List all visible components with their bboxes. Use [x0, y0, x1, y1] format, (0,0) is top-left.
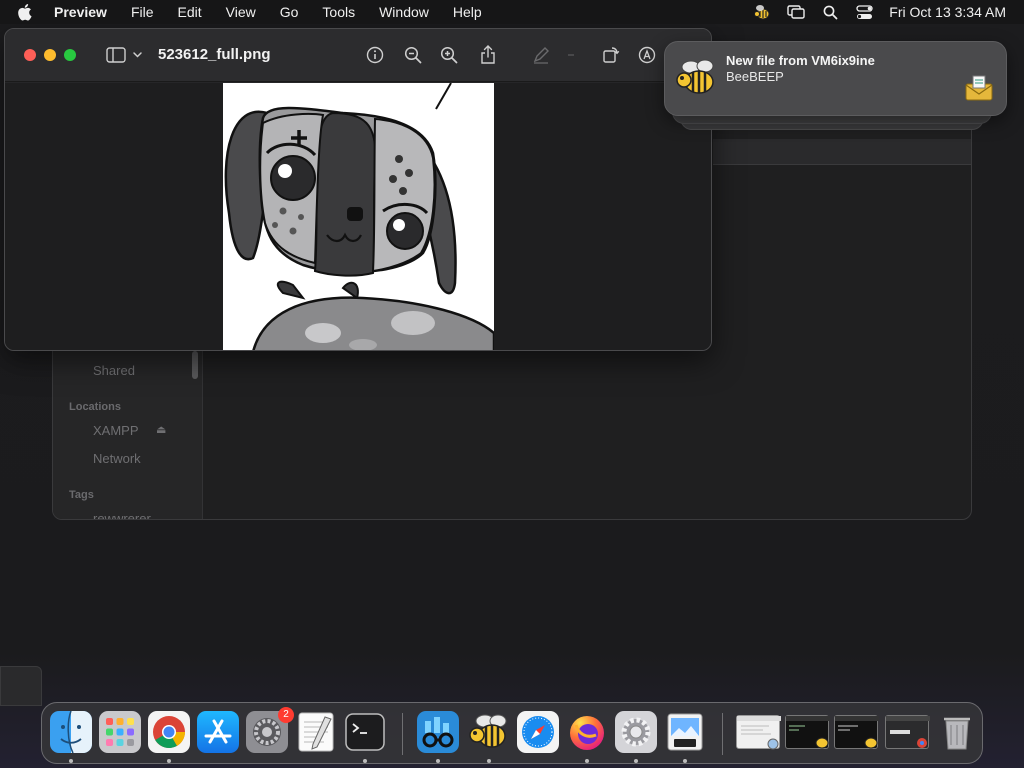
- preview-app-icon[interactable]: [664, 711, 706, 753]
- firefox-icon[interactable]: [566, 711, 608, 753]
- offscreen-window-edge[interactable]: [0, 666, 42, 706]
- sidebar-item-tag[interactable]: rewwrerer: [93, 511, 151, 519]
- window-thumb-1[interactable]: [736, 715, 781, 750]
- bee-icon: [675, 56, 719, 100]
- envelope-attachment-icon[interactable]: [964, 74, 994, 102]
- running-indicator: [634, 759, 638, 763]
- textedit-icon[interactable]: [295, 711, 337, 753]
- notification-body: BeeBEEP: [726, 69, 784, 84]
- spotlight-search-icon[interactable]: [819, 1, 841, 23]
- app-store-icon[interactable]: [197, 711, 239, 753]
- beebeep-dock-icon[interactable]: [468, 711, 510, 753]
- menu-edit[interactable]: Edit: [166, 0, 214, 24]
- markup-icon[interactable]: [529, 44, 553, 66]
- chrome-icon[interactable]: [148, 711, 190, 753]
- apple-menu-icon[interactable]: [16, 2, 38, 22]
- eject-icon[interactable]: ⏏: [156, 423, 166, 436]
- sidebar-item-xampp[interactable]: XAMPP: [93, 423, 139, 438]
- sidebar-header-tags: Tags: [69, 489, 94, 501]
- running-indicator: [487, 759, 491, 763]
- notification-badge: 2: [278, 707, 294, 723]
- notification-title: New file from VM6ix9ine: [726, 53, 875, 68]
- running-indicator: [683, 759, 687, 763]
- finder-icon[interactable]: [50, 710, 92, 754]
- running-indicator: [69, 759, 73, 763]
- maximize-button[interactable]: [64, 49, 76, 61]
- menu-app-preview[interactable]: Preview: [52, 0, 119, 24]
- control-center-icon[interactable]: [853, 1, 875, 23]
- menu-help[interactable]: Help: [441, 0, 494, 24]
- zoom-out-icon[interactable]: [401, 44, 425, 66]
- system-settings-icon[interactable]: 2: [246, 707, 294, 753]
- running-indicator: [585, 759, 589, 763]
- sidebar-header-locations: Locations: [69, 401, 121, 413]
- menu-go[interactable]: Go: [268, 0, 311, 24]
- menu-window[interactable]: Window: [367, 0, 441, 24]
- document-image[interactable]: [223, 83, 494, 350]
- preview-window: 523612_full.png: [4, 28, 712, 351]
- glasses-app-icon[interactable]: [417, 711, 459, 753]
- trash-icon[interactable]: [936, 711, 978, 753]
- finder-path-strip: [713, 139, 971, 165]
- minimize-button[interactable]: [44, 49, 56, 61]
- menu-view[interactable]: View: [214, 0, 268, 24]
- dock-separator: [722, 713, 723, 755]
- markup-chevron-icon[interactable]: [565, 44, 577, 66]
- menu-file[interactable]: File: [119, 0, 166, 24]
- menu-tools[interactable]: Tools: [310, 0, 367, 24]
- window-thumb-3[interactable]: [834, 715, 879, 749]
- dock: 2: [41, 702, 983, 764]
- share-icon[interactable]: [476, 44, 500, 66]
- running-indicator: [167, 759, 171, 763]
- sidebar-toggle-icon[interactable]: [105, 44, 145, 66]
- menu-bar: Preview File Edit View Go Tools Window H…: [0, 0, 1024, 24]
- preview-toolbar: 523612_full.png: [5, 29, 711, 82]
- window-thumb-2[interactable]: [785, 715, 830, 749]
- notification-banner[interactable]: New file from VM6ix9ine BeeBEEP: [664, 41, 1007, 116]
- running-indicator: [363, 759, 367, 763]
- screen-mirroring-icon[interactable]: [785, 1, 807, 23]
- system-preferences-icon[interactable]: [615, 711, 657, 753]
- zoom-in-icon[interactable]: [437, 44, 461, 66]
- preview-canvas: [5, 83, 711, 350]
- dock-separator: [402, 713, 403, 755]
- rotate-icon[interactable]: [599, 44, 623, 66]
- beebeep-icon[interactable]: [751, 1, 773, 23]
- launchpad-icon[interactable]: [99, 711, 141, 753]
- window-title: 523612_full.png: [158, 46, 271, 63]
- running-indicator: [436, 759, 440, 763]
- annotate-icon[interactable]: [635, 44, 659, 66]
- sidebar-item-network[interactable]: Network: [93, 451, 141, 466]
- safari-icon[interactable]: [517, 711, 559, 753]
- info-icon[interactable]: [363, 44, 387, 66]
- sidebar-scrollbar[interactable]: [192, 351, 198, 379]
- window-thumb-4[interactable]: [885, 715, 930, 749]
- menubar-clock[interactable]: Fri Oct 13 3:34 AM: [889, 4, 1006, 20]
- close-button[interactable]: [24, 49, 36, 61]
- sidebar-item-shared[interactable]: Shared: [93, 363, 135, 378]
- terminal-icon[interactable]: [344, 711, 386, 753]
